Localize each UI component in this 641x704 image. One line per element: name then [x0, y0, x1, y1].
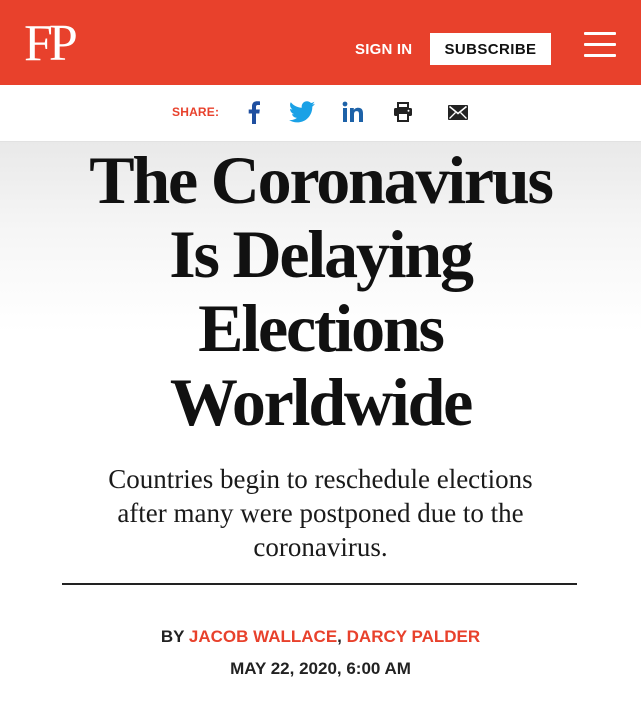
print-icon[interactable]: [392, 98, 414, 126]
dek-line: Countries begin to reschedule elections: [108, 464, 533, 494]
headline-line: The Coronavirus: [89, 142, 554, 218]
author-link-jacob-wallace[interactable]: JACOB WALLACE: [189, 627, 337, 646]
dek-line: coronavirus.: [253, 532, 388, 562]
article-headline: The Coronavirus Is Delaying Elections Wo…: [40, 143, 601, 439]
twitter-icon[interactable]: [288, 98, 316, 126]
share-label: SHARE:: [172, 105, 220, 119]
subscribe-button[interactable]: SUBSCRIBE: [430, 33, 551, 65]
share-bar: SHARE:: [0, 85, 641, 142]
divider: [62, 583, 577, 585]
author-separator: ,: [337, 627, 342, 646]
email-icon[interactable]: [446, 98, 470, 126]
author-link-darcy-palder[interactable]: DARCY PALDER: [347, 627, 481, 646]
byline: BY JACOB WALLACE, DARCY PALDER: [0, 626, 641, 648]
headline-line: Is Delaying: [169, 216, 474, 292]
facebook-icon[interactable]: [244, 98, 264, 126]
article-dek: Countries begin to reschedule elections …: [60, 462, 581, 564]
headline-line: Elections: [198, 290, 445, 366]
hamburger-menu-icon[interactable]: [584, 30, 616, 60]
headline-line: Worldwide: [169, 364, 474, 440]
site-header: FP SIGN IN SUBSCRIBE: [0, 0, 641, 85]
byline-prefix: BY: [160, 627, 185, 646]
fp-logo[interactable]: FP: [24, 14, 78, 74]
publish-date: MAY 22, 2020, 6:00 AM: [230, 659, 411, 678]
sign-in-link[interactable]: SIGN IN: [355, 40, 412, 60]
linkedin-icon[interactable]: [340, 98, 366, 126]
dek-line: after many were postponed due to the: [117, 498, 524, 528]
